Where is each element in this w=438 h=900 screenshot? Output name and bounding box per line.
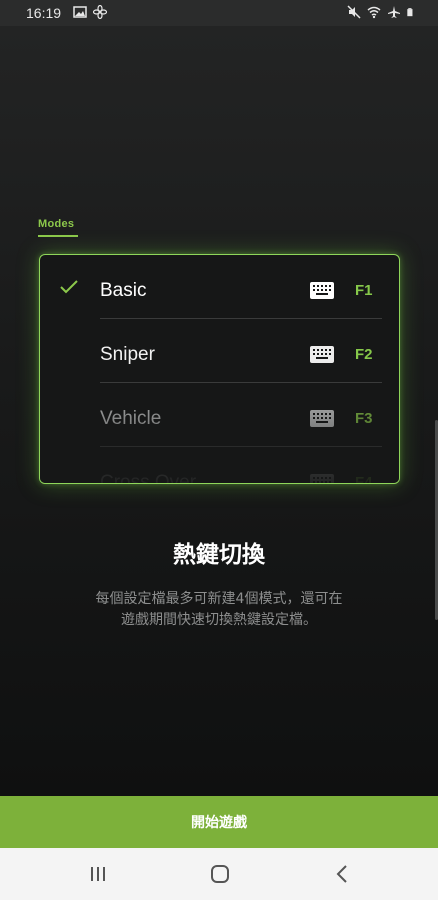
- row-divider: [100, 318, 382, 319]
- feature-description: 每個設定檔最多可新建4個模式，還可在 遊戲期間快速切換熱鍵設定檔。: [60, 589, 378, 631]
- keyboard-icon: [310, 282, 334, 299]
- airplane-icon: [388, 6, 400, 18]
- mode-row-sniper[interactable]: Sniper F2: [40, 322, 399, 386]
- mode-row-cross-over[interactable]: Cross Over F4: [40, 450, 399, 484]
- mute-icon: [347, 5, 361, 19]
- row-divider: [100, 382, 382, 383]
- mode-row-vehicle[interactable]: Vehicle F3: [40, 386, 399, 450]
- row-divider: [100, 446, 382, 447]
- home-icon[interactable]: [208, 862, 232, 886]
- mode-hotkey: F2: [355, 346, 373, 363]
- wifi-icon: [367, 6, 381, 19]
- mode-name: Cross Over: [100, 472, 197, 484]
- status-bar: 16:19: [0, 0, 438, 26]
- check-icon: [60, 280, 78, 294]
- start-game-button[interactable]: 開始遊戲: [0, 796, 438, 848]
- mode-hotkey: F3: [355, 410, 373, 427]
- status-time: 16:19: [26, 5, 62, 21]
- keyboard-icon: [310, 410, 334, 427]
- fan-icon: [93, 5, 107, 19]
- mode-name: Vehicle: [100, 408, 162, 429]
- back-icon[interactable]: [331, 862, 355, 886]
- recent-apps-icon[interactable]: [86, 862, 110, 886]
- feature-description-line-2: 遊戲期間快速切換熱鍵設定檔。: [121, 612, 317, 628]
- modes-label-underline: [38, 235, 78, 237]
- feature-description-line-1: 每個設定檔最多可新建4個模式，還可在: [95, 591, 343, 607]
- modes-card: Basic F1 Sniper F2 Vehicle F3 Cross Over…: [39, 254, 400, 484]
- feature-title: 熱鍵切換: [173, 542, 265, 568]
- keyboard-icon: [310, 346, 334, 363]
- mode-name: Basic: [100, 280, 147, 301]
- navigation-bar: [0, 848, 438, 900]
- keyboard-icon: [310, 474, 334, 483]
- mode-row-basic[interactable]: Basic F1: [40, 258, 399, 322]
- image-icon: [73, 6, 87, 18]
- mode-hotkey: F4: [355, 474, 373, 484]
- mode-hotkey: F1: [355, 282, 373, 299]
- battery-icon: [407, 8, 413, 17]
- modes-section-label: Modes: [38, 218, 75, 230]
- mode-name: Sniper: [100, 344, 155, 365]
